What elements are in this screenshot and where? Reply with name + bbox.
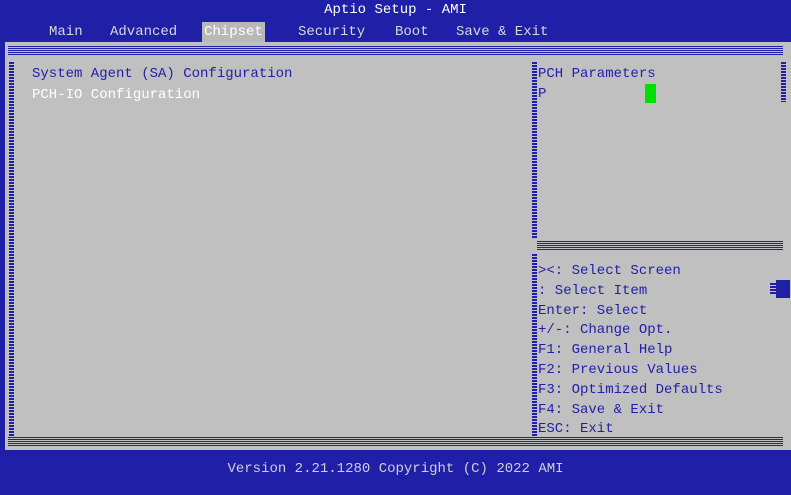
key-optimized-defaults: F3: Optimized Defaults [538,381,723,398]
key-previous-values: F2: Previous Values [538,361,698,378]
panel-divider-lower [532,254,537,437]
menu-item-pch-io-config[interactable]: PCH-IO Configuration [32,85,200,105]
help-scrollbar[interactable] [781,62,786,102]
panel-divider-upper [532,62,537,238]
menu-tab-chipset[interactable]: Chipset [202,22,265,42]
menu-bar: Main Advanced Chipset Security Boot Save… [0,20,791,42]
menu-tab-boot[interactable]: Boot [393,22,431,42]
menu-item-system-agent-config[interactable]: System Agent (SA) Configuration [32,64,292,84]
key-change-option: +/-: Change Opt. [538,322,673,339]
window-title: Aptio Setup - AMI [324,2,467,18]
key-legend: ><: Select Screen : Select Item Enter: S… [538,262,778,440]
left-frame-border [9,62,14,437]
key-select-item: : Select Item [538,282,648,299]
menu-tab-save-exit[interactable]: Save & Exit [454,22,550,42]
menu-tab-main[interactable]: Main [47,22,85,42]
key-enter-select: Enter: Select [538,302,648,319]
key-select-screen: ><: Select Screen [538,263,681,279]
menu-tab-security[interactable]: Security [296,22,367,42]
key-save-exit: F4: Save & Exit [538,401,665,418]
key-general-help: F1: General Help [538,342,673,359]
help-title: PCH Parameters [538,66,656,82]
legend-scroll-thumb[interactable] [776,280,790,298]
help-divider-border [537,241,783,251]
menu-tab-advanced[interactable]: Advanced [108,22,179,42]
top-frame-border [8,46,783,56]
help-body-text: P [538,86,547,102]
key-escape-exit: ESC: Exit [538,421,614,438]
version-footer: Version 2.21.1280 Copyright (C) 2022 AMI [227,461,564,477]
bios-screen: Aptio Setup - AMI Main Advanced Chipset … [0,0,791,495]
text-cursor [645,84,656,103]
